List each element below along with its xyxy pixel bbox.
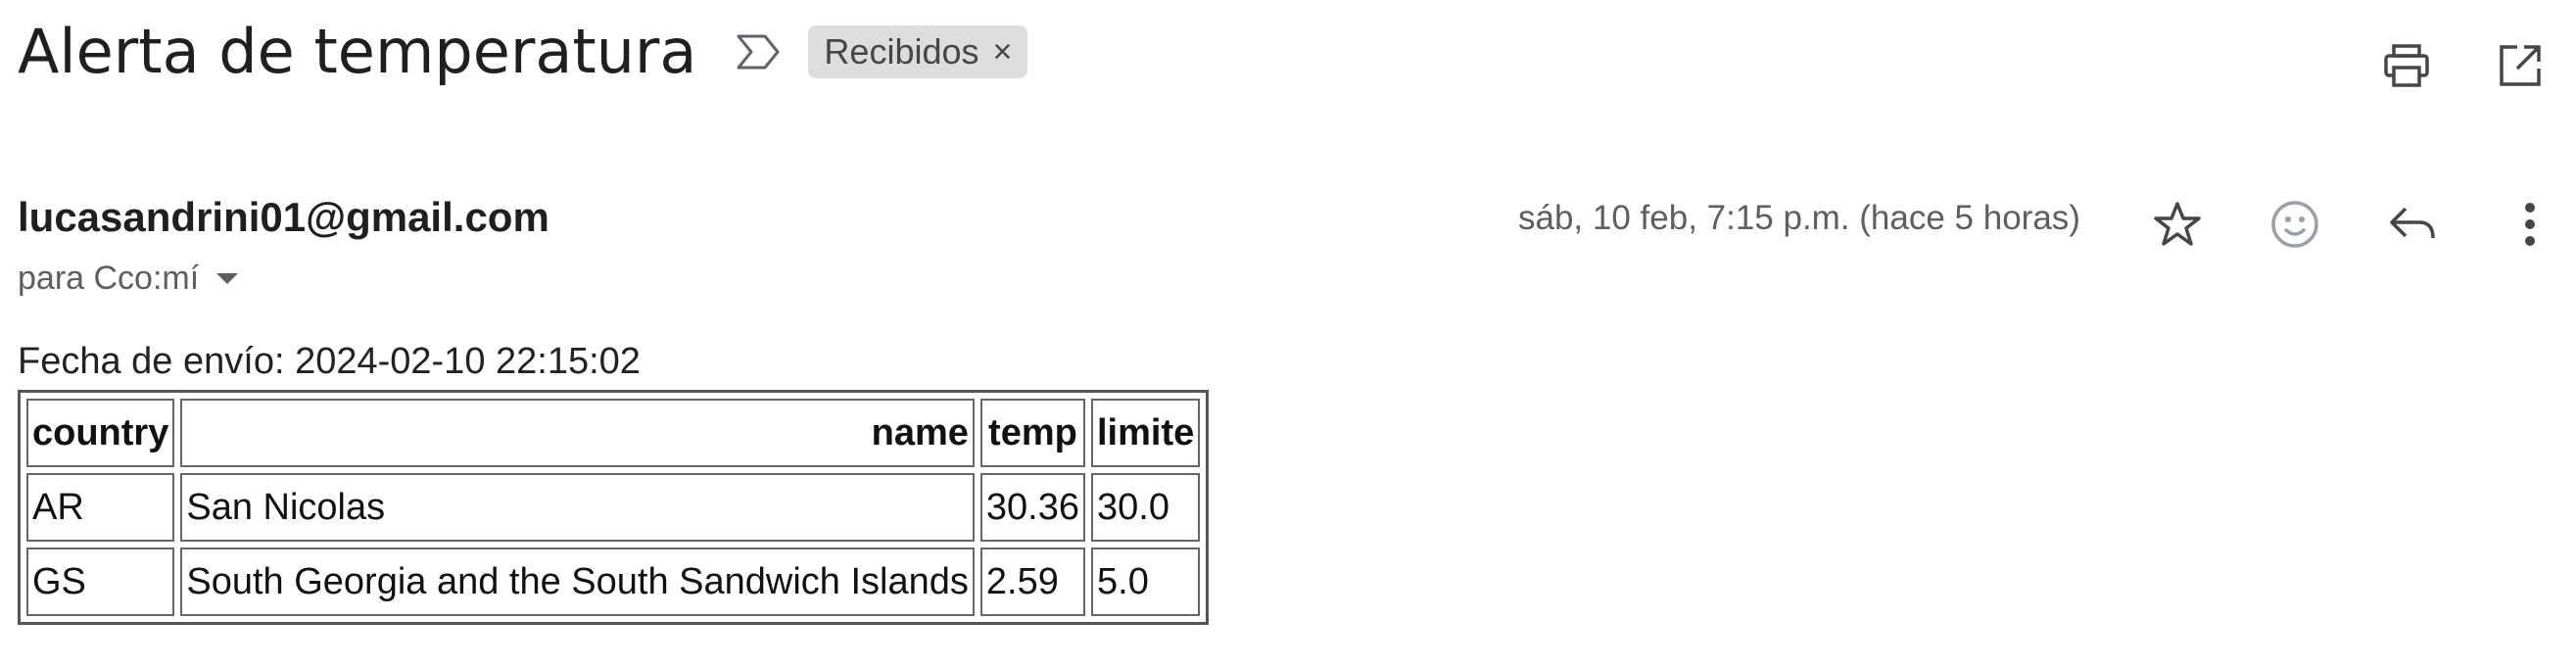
cell-limite: 30.0 (1091, 473, 1201, 542)
message-date: sáb, 10 feb, 7:15 p.m. (hace 5 horas) (1518, 199, 2080, 237)
cell-limite: 5.0 (1091, 548, 1201, 616)
table-row: GS South Georgia and the South Sandwich … (26, 548, 1201, 616)
cell-name: South Georgia and the South Sandwich Isl… (180, 548, 975, 616)
cell-name: San Nicolas (180, 473, 975, 542)
column-header-limite: limite (1091, 399, 1201, 467)
subject-row: Alerta de temperatura Recibidos × (18, 16, 1028, 87)
column-header-country: country (26, 399, 175, 467)
label-chip-inbox: Recibidos × (808, 25, 1028, 78)
sender-email[interactable]: lucasandrini01@gmail.com (18, 194, 549, 241)
cell-temp: 2.59 (979, 548, 1085, 616)
column-header-temp: temp (979, 399, 1085, 467)
thread-actions (2380, 39, 2547, 92)
print-icon[interactable] (2380, 39, 2433, 92)
recipients-text: para Cco:mí (18, 260, 200, 297)
star-icon[interactable] (2145, 192, 2210, 257)
send-date-line: Fecha de envío: 2024-02-10 22:15:02 (18, 341, 641, 382)
table-header-row: country name temp limite (26, 399, 1201, 467)
remove-label-button[interactable]: × (993, 33, 1013, 71)
cell-country: AR (26, 473, 175, 542)
column-header-name: name (180, 399, 975, 467)
importance-marker-icon[interactable] (734, 27, 783, 76)
label-chip-text: Recibidos (824, 31, 979, 71)
recipients-line[interactable]: para Cco:mí (18, 260, 239, 298)
cell-country: GS (26, 548, 175, 616)
reply-icon[interactable] (2380, 192, 2445, 257)
temperature-table: country name temp limite AR San Nicolas … (18, 390, 1210, 625)
chevron-down-icon[interactable] (216, 273, 239, 284)
table-row: AR San Nicolas 30.36 30.0 (26, 473, 1201, 542)
more-vert-icon[interactable] (2498, 192, 2562, 257)
open-in-new-window-icon[interactable] (2494, 39, 2547, 92)
cell-temp: 30.36 (979, 473, 1085, 542)
message-actions (2145, 192, 2562, 257)
emoji-react-icon[interactable] (2263, 192, 2327, 257)
email-subject: Alerta de temperatura (18, 16, 697, 87)
